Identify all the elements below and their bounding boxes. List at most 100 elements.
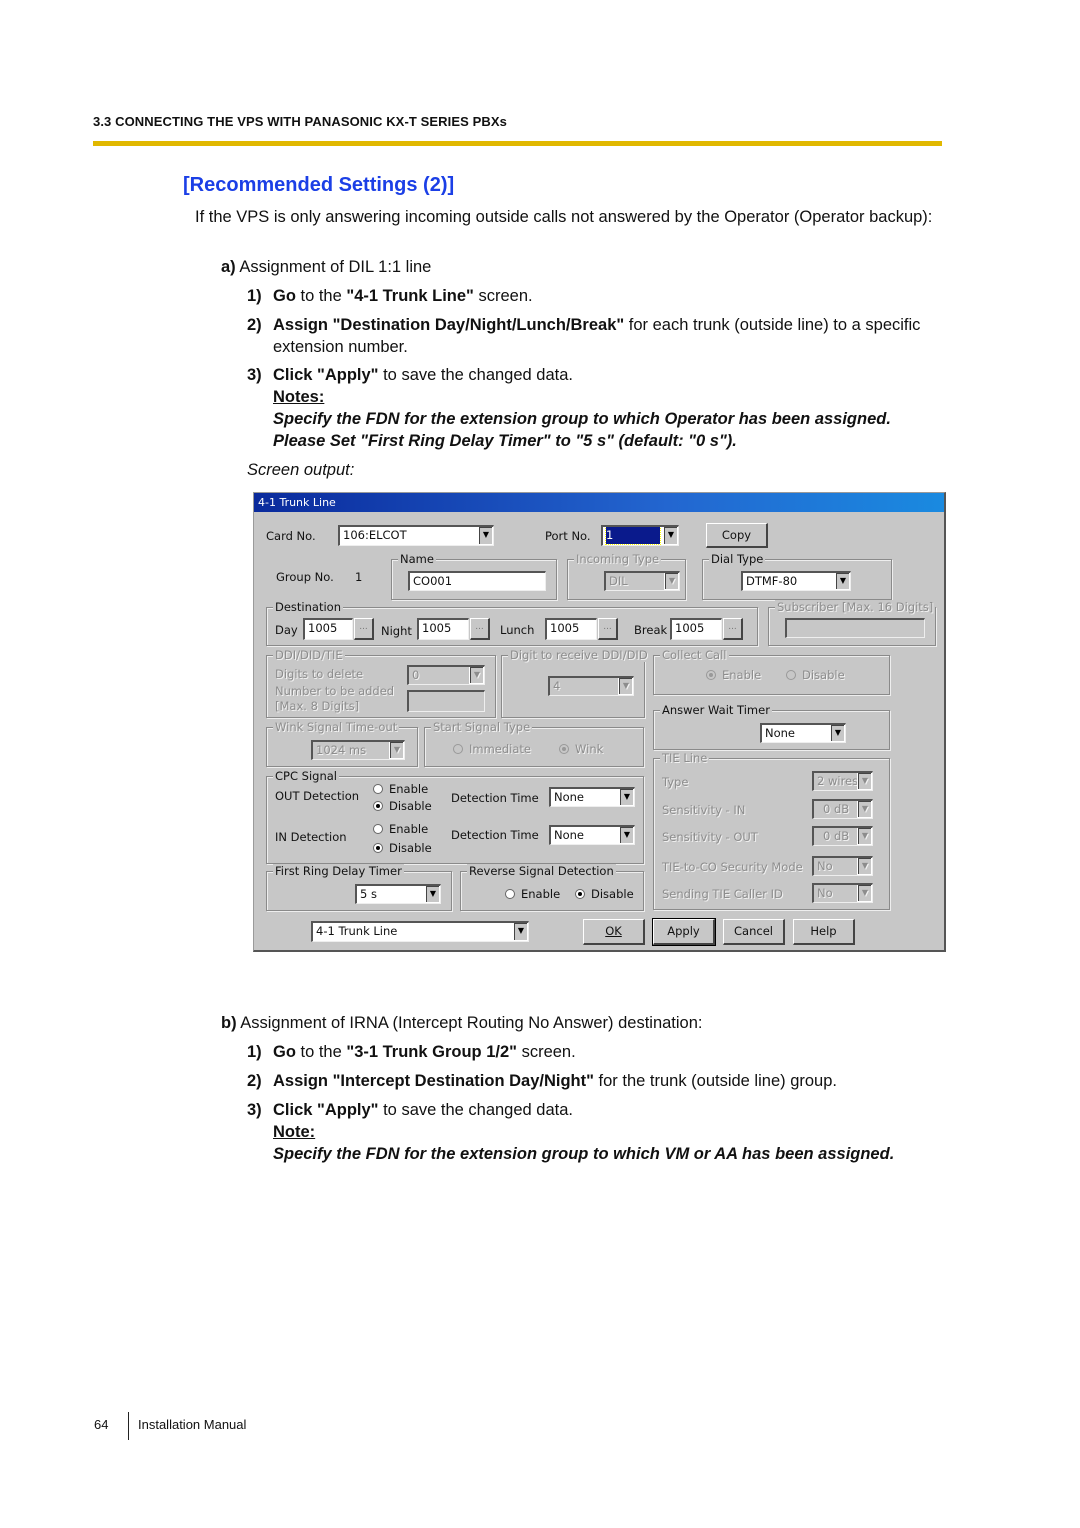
dropdown-arrow-icon[interactable]: ▼ (469, 667, 484, 684)
note-line-1: Specify the FDN for the extension group … (273, 410, 891, 428)
port-no-select[interactable]: 1 ▼ (601, 525, 679, 546)
part-b-marker: b) (221, 1014, 237, 1032)
step-action: Go (273, 1043, 296, 1061)
digits-delete-label: Digits to delete (275, 667, 364, 681)
number-added-input[interactable] (407, 690, 485, 712)
caller-id-value: No (817, 886, 833, 900)
step-text: to save the changed data. (378, 1101, 573, 1119)
security-mode-value: No (817, 859, 833, 873)
sensitivity-in-label: Sensitivity - IN (662, 803, 746, 817)
step-number: 1) (247, 1043, 262, 1061)
start-wink-radio[interactable]: Wink (559, 742, 603, 756)
sensitivity-in-select[interactable]: 0 dB ▼ (812, 799, 873, 819)
answer-wait-value: None (765, 726, 796, 740)
day-browse-button[interactable]: ... (354, 618, 374, 640)
radio-label: Disable (389, 841, 432, 855)
dropdown-arrow-icon[interactable]: ▼ (835, 573, 850, 590)
lunch-browse-button[interactable]: ... (598, 618, 618, 640)
digits-delete-select[interactable]: 0 ▼ (407, 665, 485, 685)
dropdown-arrow-icon[interactable]: ▼ (478, 527, 493, 545)
digit-receive-group: Digit to receive DDI/DID 4 ▼ (501, 648, 650, 718)
reverse-enable-radio[interactable]: Enable (505, 887, 560, 901)
in-detection-time-select[interactable]: None ▼ (549, 825, 635, 845)
step-number: 1) (247, 287, 262, 305)
dropdown-arrow-icon[interactable]: ▼ (857, 828, 872, 845)
lunch-input[interactable]: 1005 (545, 618, 597, 640)
in-disable-radio[interactable]: Disable (373, 841, 432, 855)
card-no-select[interactable]: 106:ELCOT ▼ (338, 525, 494, 546)
radio-label: Disable (802, 668, 845, 682)
out-detection-time-value: None (554, 790, 585, 804)
radio-icon (453, 744, 463, 754)
help-button[interactable]: Help (793, 919, 855, 945)
collect-call-group: Collect Call Enable Disable (653, 648, 890, 695)
dropdown-arrow-icon[interactable]: ▼ (619, 789, 634, 806)
in-detection-label: IN Detection (275, 830, 347, 844)
incoming-type-select[interactable]: DIL ▼ (604, 571, 680, 591)
dropdown-arrow-icon[interactable]: ▼ (857, 801, 872, 818)
dropdown-arrow-icon[interactable]: ▼ (663, 527, 678, 545)
tie-type-select[interactable]: 2 wires ▼ (812, 771, 873, 791)
dropdown-arrow-icon[interactable]: ▼ (389, 742, 404, 759)
sensitivity-in-value: 0 dB (823, 802, 850, 816)
radio-label: Enable (389, 782, 429, 796)
in-enable-radio[interactable]: Enable (373, 822, 428, 836)
answer-wait-select[interactable]: None ▼ (760, 723, 846, 743)
ok-button[interactable]: OK (583, 919, 645, 945)
wink-timeout-select[interactable]: 1024 ms ▼ (311, 740, 405, 760)
dropdown-arrow-icon[interactable]: ▼ (425, 886, 440, 903)
caller-id-select[interactable]: No ▼ (812, 883, 873, 903)
radio-label: Disable (591, 887, 634, 901)
start-immediate-radio[interactable]: Immediate (453, 742, 531, 756)
collect-enable-radio[interactable]: Enable (706, 668, 761, 682)
radio-selected-icon (559, 744, 569, 754)
dropdown-arrow-icon[interactable]: ▼ (857, 858, 872, 875)
radio-label: Immediate (469, 742, 531, 756)
radio-label: Enable (521, 887, 561, 901)
collect-disable-radio[interactable]: Disable (786, 668, 845, 682)
screen-select[interactable]: 4-1 Trunk Line ▼ (311, 921, 529, 942)
dropdown-arrow-icon[interactable]: ▼ (618, 678, 633, 695)
notes-label: Notes: (273, 388, 325, 406)
sensitivity-out-select[interactable]: 0 dB ▼ (812, 826, 873, 846)
night-input[interactable]: 1005 (417, 618, 469, 640)
step-a2: 2) Assign "Destination Day/Night/Lunch/B… (247, 314, 947, 358)
dropdown-arrow-icon[interactable]: ▼ (513, 923, 528, 941)
copy-button[interactable]: Copy (706, 523, 768, 548)
step-action: Assign "Destination Day/Night/Lunch/Brea… (273, 316, 625, 334)
dropdown-arrow-icon[interactable]: ▼ (664, 573, 679, 590)
name-input[interactable]: CO001 (408, 571, 546, 591)
cancel-label: Cancel (734, 924, 773, 938)
apply-button[interactable]: Apply (652, 918, 716, 946)
port-no-value: 1 (605, 527, 661, 545)
reverse-signal-title: Reverse Signal Detection (467, 864, 616, 878)
out-enable-radio[interactable]: Enable (373, 782, 428, 796)
step-text: screen. (516, 1043, 576, 1061)
night-browse-button[interactable]: ... (470, 618, 490, 640)
digit-receive-select[interactable]: 4 ▼ (548, 676, 634, 696)
dropdown-arrow-icon[interactable]: ▼ (857, 885, 872, 902)
radio-icon (505, 889, 515, 899)
reverse-disable-radio[interactable]: Disable (575, 887, 634, 901)
first-ring-delay-select[interactable]: 5 s ▼ (355, 884, 441, 904)
dropdown-arrow-icon[interactable]: ▼ (619, 827, 634, 844)
dropdown-arrow-icon[interactable]: ▼ (857, 773, 872, 790)
sensitivity-out-label: Sensitivity - OUT (662, 830, 758, 844)
out-disable-radio[interactable]: Disable (373, 799, 432, 813)
subscriber-input[interactable] (785, 618, 925, 638)
dropdown-arrow-icon[interactable]: ▼ (830, 725, 845, 742)
day-input[interactable]: 1005 (303, 618, 353, 640)
break-browse-button[interactable]: ... (723, 618, 743, 640)
answer-wait-group: Answer Wait Timer None ▼ (653, 703, 890, 750)
out-detection-time-select[interactable]: None ▼ (549, 787, 635, 807)
dial-type-title: Dial Type (709, 552, 766, 566)
name-group-title: Name (398, 552, 436, 566)
page-title: [Recommended Settings (2)] (183, 174, 455, 196)
cancel-button[interactable]: Cancel (723, 919, 785, 945)
number-added-label: Number to be added (275, 684, 395, 698)
page-number: 64 (94, 1417, 109, 1432)
security-mode-select[interactable]: No ▼ (812, 856, 873, 876)
break-input[interactable]: 1005 (670, 618, 722, 640)
dial-type-select[interactable]: DTMF-80 ▼ (741, 571, 851, 591)
answer-wait-title: Answer Wait Timer (660, 703, 772, 717)
